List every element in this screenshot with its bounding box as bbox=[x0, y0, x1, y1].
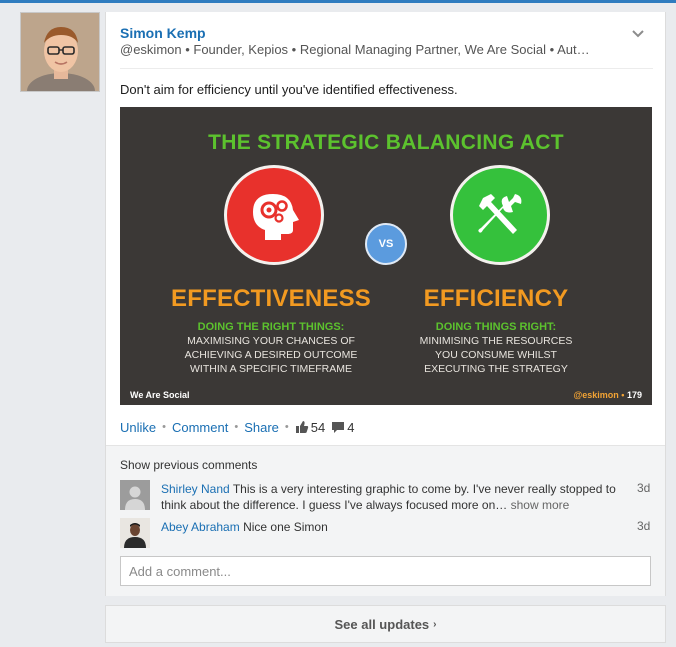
head-gears-icon bbox=[253, 194, 299, 240]
header-divider bbox=[120, 68, 653, 69]
see-all-updates-label: See all updates bbox=[334, 616, 430, 632]
add-comment-input[interactable] bbox=[120, 556, 651, 586]
speech-bubble-icon[interactable] bbox=[331, 421, 345, 434]
comment-count[interactable]: 4 bbox=[347, 420, 354, 435]
comments-section: Show previous comments Shirley Nand This… bbox=[106, 445, 665, 596]
post-card: Simon Kemp @eskimon • Founder, Kepios • … bbox=[105, 12, 666, 596]
comment-text: Nice one Simon bbox=[243, 520, 328, 534]
like-count[interactable]: 54 bbox=[311, 420, 325, 435]
post-text: Don't aim for efficiency until you've id… bbox=[120, 82, 458, 97]
comment-timestamp: 3d bbox=[637, 519, 651, 533]
author-avatar-photo bbox=[21, 13, 99, 91]
slide-footer: @eskimon • 179 bbox=[573, 390, 642, 400]
efficiency-heading: EFFICIENCY bbox=[423, 285, 569, 312]
comment-item: Abey Abraham Nice one Simon bbox=[161, 519, 328, 535]
default-user-icon bbox=[120, 480, 150, 510]
effectiveness-line: ACHIEVING A DESIRED OUTCOME bbox=[184, 349, 358, 361]
efficiency-line: YOU CONSUME WHILST bbox=[435, 349, 557, 361]
post-action-bar: Unlike • Comment • Share • 54 4 bbox=[120, 419, 360, 435]
thumbs-up-icon[interactable] bbox=[295, 420, 309, 434]
comment-timestamp: 3d bbox=[637, 481, 651, 495]
slide-title: THE STRATEGIC BALANCING ACT bbox=[208, 131, 564, 154]
show-more-link[interactable]: show more bbox=[511, 498, 570, 512]
action-separator: • bbox=[234, 421, 239, 433]
effectiveness-line: WITHIN A SPECIFIC TIMEFRAME bbox=[190, 363, 352, 375]
effectiveness-heading: EFFECTIVENESS bbox=[171, 285, 371, 312]
effectiveness-circle bbox=[224, 165, 324, 265]
unlike-button[interactable]: Unlike bbox=[120, 420, 156, 435]
comment-button[interactable]: Comment bbox=[172, 420, 228, 435]
chevron-right-icon: › bbox=[433, 618, 437, 630]
commenter-photo bbox=[120, 518, 150, 548]
slide-footer-dot: • bbox=[621, 390, 625, 400]
action-separator: • bbox=[284, 421, 289, 433]
comment-author-link[interactable]: Shirley Nand bbox=[161, 482, 230, 496]
author-headline: @eskimon • Founder, Kepios • Regional Ma… bbox=[120, 42, 590, 57]
avatar[interactable] bbox=[120, 518, 150, 548]
author-name-link[interactable]: Simon Kemp bbox=[120, 25, 206, 41]
effectiveness-line: MAXIMISING YOUR CHANCES OF bbox=[187, 335, 355, 347]
comment-text: think about the difference. I guess I've… bbox=[161, 498, 508, 512]
avatar[interactable] bbox=[120, 480, 150, 510]
tools-icon bbox=[478, 194, 522, 234]
action-separator: • bbox=[162, 421, 166, 433]
effectiveness-subheading: DOING THE RIGHT THINGS: bbox=[197, 321, 345, 333]
slide-brand: We Are Social bbox=[130, 390, 190, 400]
see-all-updates-button[interactable]: See all updates › bbox=[105, 605, 666, 643]
efficiency-circle bbox=[450, 165, 550, 265]
comment-item: Shirley Nand This is a very interesting … bbox=[161, 481, 616, 513]
show-previous-comments-link[interactable]: Show previous comments bbox=[120, 458, 257, 472]
efficiency-line: EXECUTING THE STRATEGY bbox=[424, 363, 568, 375]
comment-text: This is a very interesting graphic to co… bbox=[232, 482, 616, 496]
vs-badge: VS bbox=[365, 223, 407, 265]
chevron-down-icon[interactable] bbox=[630, 28, 646, 40]
efficiency-subheading: DOING THINGS RIGHT: bbox=[435, 321, 557, 333]
share-button[interactable]: Share bbox=[244, 420, 279, 435]
slide-page-number: 179 bbox=[626, 390, 642, 400]
top-accent-bar bbox=[0, 0, 676, 3]
efficiency-line: MINIMISING THE RESOURCES bbox=[419, 335, 573, 347]
comment-author-link[interactable]: Abey Abraham bbox=[161, 520, 240, 534]
author-avatar[interactable] bbox=[20, 12, 100, 92]
slide-handle: @eskimon bbox=[573, 390, 619, 400]
post-image[interactable]: THE STRATEGIC BALANCING ACT VS EFFECTIVE… bbox=[120, 107, 652, 405]
